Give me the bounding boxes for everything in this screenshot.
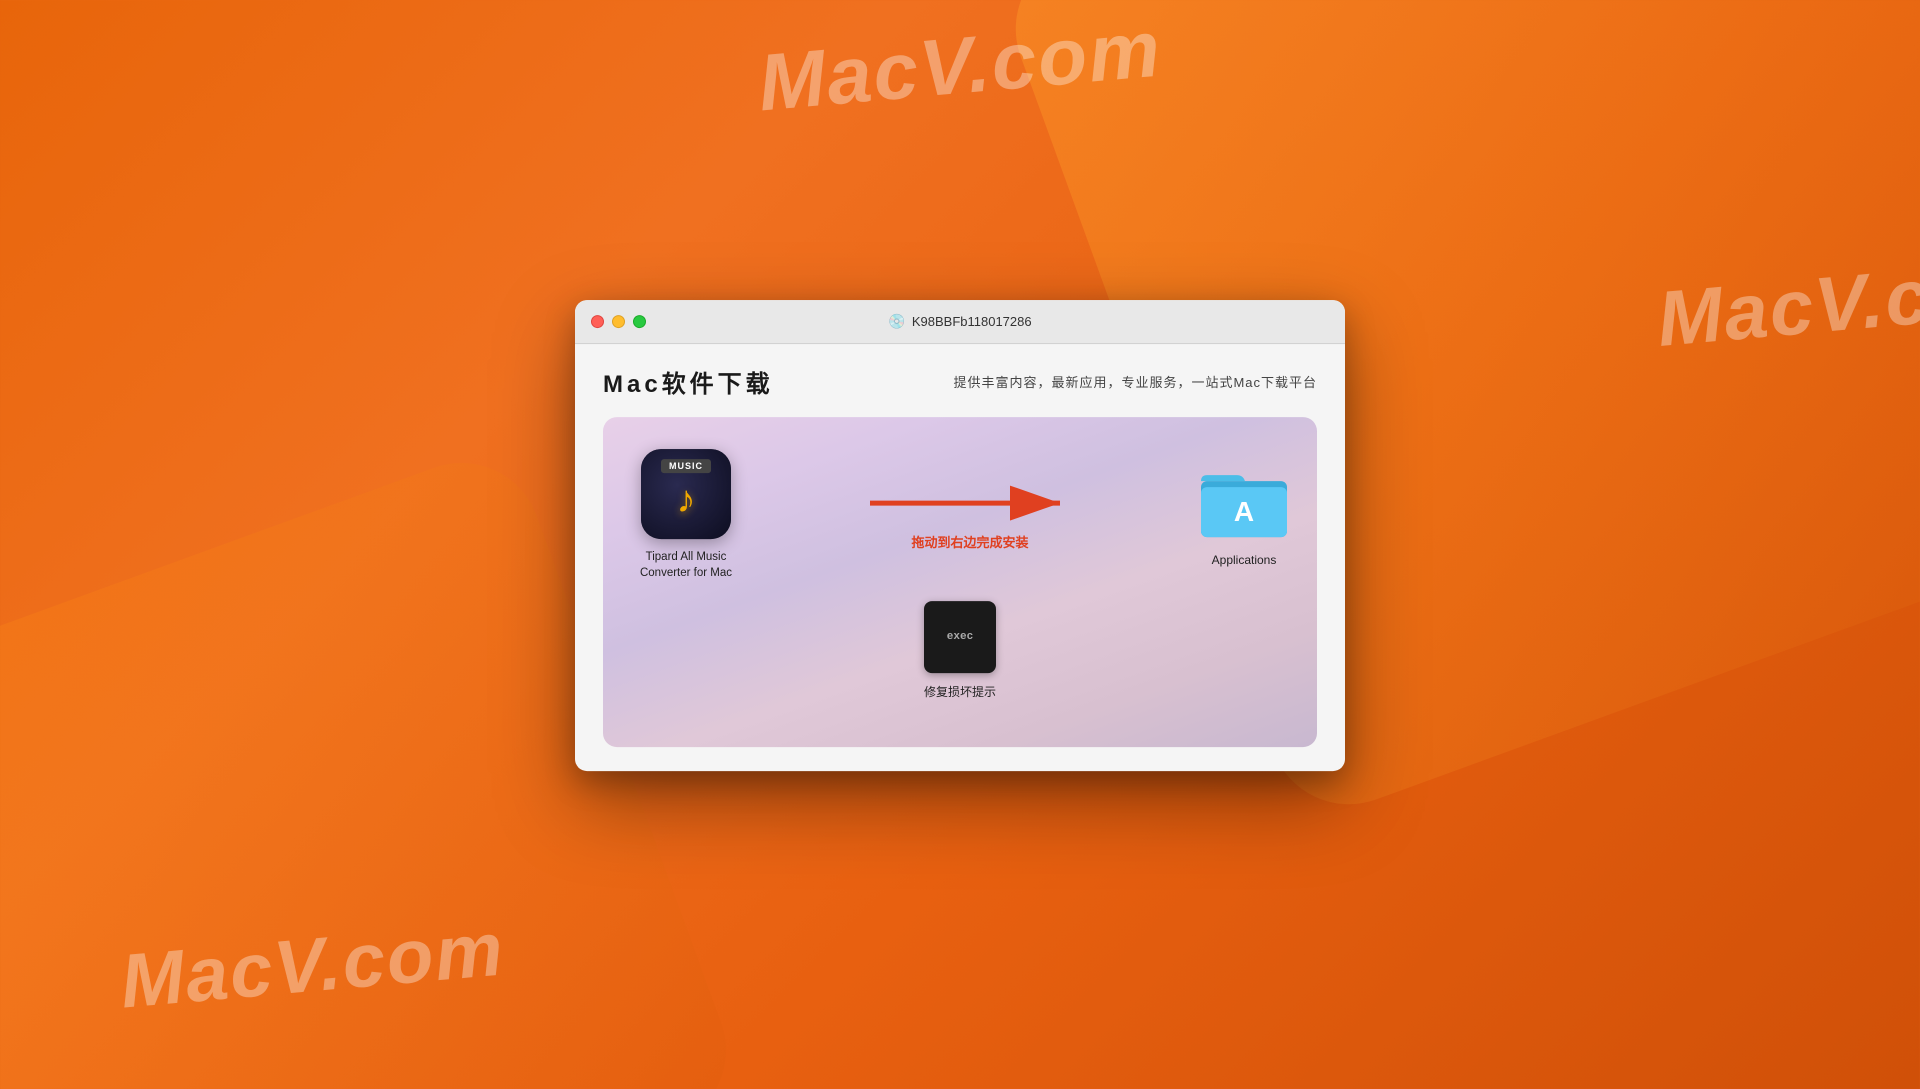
window-container: 💿 K98BBFb118017286 Mac软件下载 提供丰富内容，最新应用，专…: [575, 300, 1345, 771]
exec-label: 修复损坏提示: [924, 683, 996, 700]
applications-label: Applications: [1212, 553, 1277, 567]
folder-svg: A: [1199, 463, 1289, 543]
disk-icon: 💿: [888, 313, 905, 330]
install-panel: MUSIC ♪ Tipard All Music Converter for M…: [603, 417, 1317, 747]
exec-icon: exec: [924, 601, 996, 673]
app-icon-area: MUSIC ♪ Tipard All Music Converter for M…: [631, 449, 741, 581]
watermark-right: MacV.co: [1653, 246, 1920, 365]
exec-text: exec: [947, 631, 973, 643]
titlebar: 💿 K98BBFb118017286: [575, 300, 1345, 344]
app-icon: MUSIC ♪: [641, 449, 731, 539]
arrow-area: 拖动到右边完成安装: [741, 478, 1199, 551]
titlebar-title: 💿 K98BBFb118017286: [888, 313, 1031, 330]
traffic-lights: [591, 315, 646, 328]
app-name-label: Tipard All Music Converter for Mac: [631, 549, 741, 581]
maximize-button[interactable]: [633, 315, 646, 328]
music-label-badge: MUSIC: [661, 459, 711, 473]
watermark-top: MacV.com: [755, 3, 1166, 130]
install-arrow: [860, 478, 1080, 528]
minimize-button[interactable]: [612, 315, 625, 328]
watermark-bottom-left: MacV.com: [117, 905, 508, 1025]
window-title: K98BBFb118017286: [912, 314, 1032, 329]
header-row: Mac软件下载 提供丰富内容，最新应用，专业服务，一站式Mac下载平台: [603, 364, 1317, 399]
close-button[interactable]: [591, 315, 604, 328]
music-icon-inner: MUSIC ♪: [641, 449, 731, 539]
music-note-icon: ♪: [677, 479, 696, 522]
drag-area: MUSIC ♪ Tipard All Music Converter for M…: [631, 449, 1289, 581]
applications-folder-icon: A: [1199, 463, 1289, 543]
site-title: Mac软件下载: [603, 364, 774, 399]
svg-text:A: A: [1234, 496, 1254, 527]
window-content: Mac软件下载 提供丰富内容，最新应用，专业服务，一站式Mac下载平台 MUSI…: [575, 344, 1345, 771]
exec-area: exec 修复损坏提示: [924, 601, 996, 700]
main-window: 💿 K98BBFb118017286 Mac软件下载 提供丰富内容，最新应用，专…: [575, 300, 1345, 771]
drag-instruction-text: 拖动到右边完成安装: [911, 532, 1028, 551]
site-subtitle: 提供丰富内容，最新应用，专业服务，一站式Mac下载平台: [953, 372, 1317, 391]
applications-area: A Applications: [1199, 463, 1289, 567]
